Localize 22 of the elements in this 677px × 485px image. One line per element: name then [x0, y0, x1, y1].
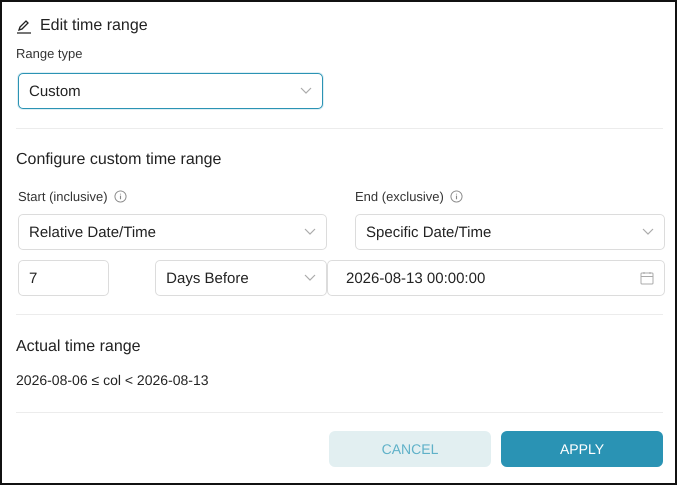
amount-input[interactable]: 7 — [18, 260, 110, 296]
range-type-select[interactable]: Custom — [18, 73, 323, 109]
chevron-down-icon — [304, 274, 316, 282]
unit-select[interactable]: Days Before — [155, 260, 327, 296]
chevron-down-icon — [304, 228, 316, 236]
datetime-field[interactable]: 2026-08-13 00:00:00 — [327, 260, 665, 296]
info-icon — [450, 190, 463, 203]
field-label: Start (inclusive) — [18, 189, 108, 204]
end-type-select[interactable]: Specific Date/Time — [355, 214, 665, 250]
section-title: Actual time range — [16, 338, 141, 355]
dialog-title: Edit time range — [40, 17, 148, 35]
start-type-select[interactable]: Relative Date/Time — [18, 214, 327, 250]
chevron-down-icon — [300, 87, 312, 95]
apply-button[interactable]: APPLY — [501, 431, 663, 467]
chevron-down-icon — [642, 228, 654, 236]
section-title: Configure custom time range — [16, 151, 222, 168]
info-icon — [114, 190, 127, 203]
range-summary: 2026-08-06 ≤ col < 2026-08-13 — [16, 372, 209, 388]
pencil-icon — [16, 18, 32, 34]
field-label: Range type — [16, 46, 82, 61]
field-label: End (exclusive) — [355, 189, 444, 204]
calendar-icon — [640, 271, 654, 285]
